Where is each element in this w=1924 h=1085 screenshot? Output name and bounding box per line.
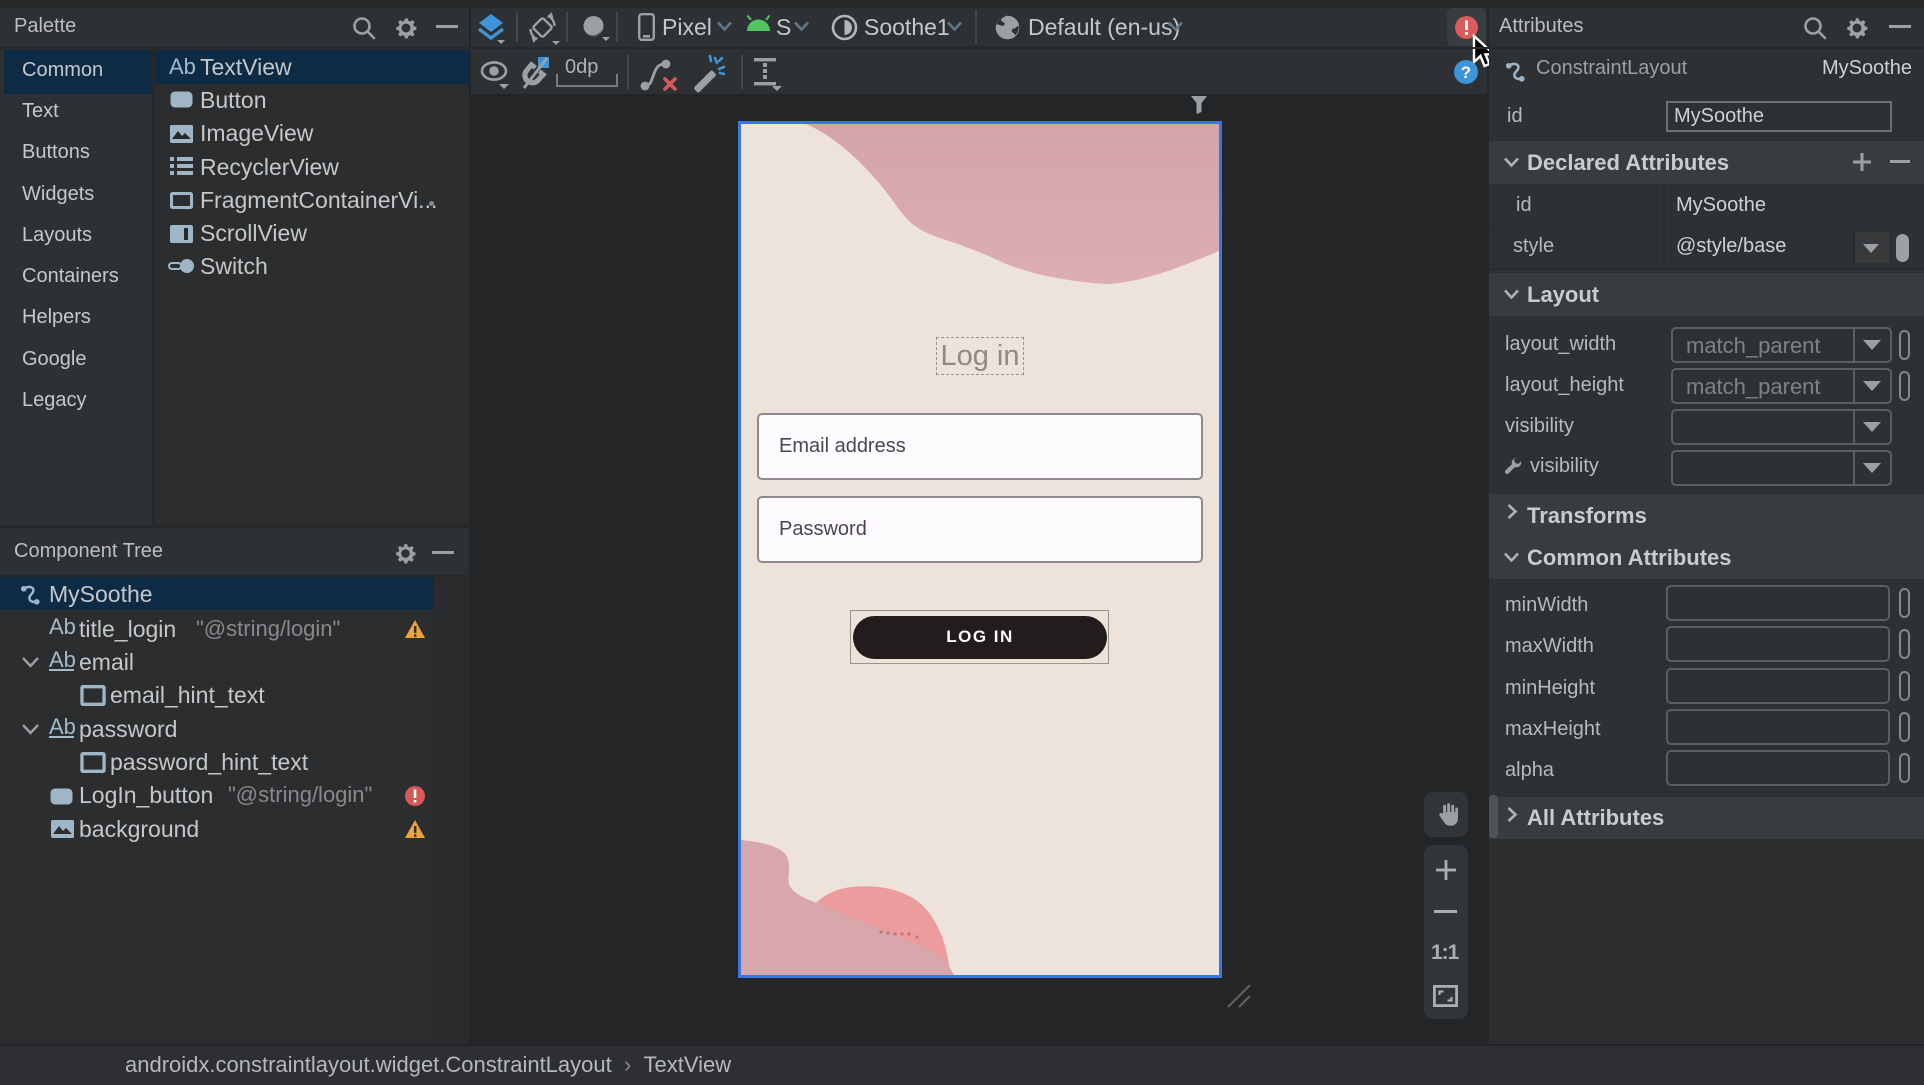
svg-text:?: ?: [1461, 63, 1471, 82]
